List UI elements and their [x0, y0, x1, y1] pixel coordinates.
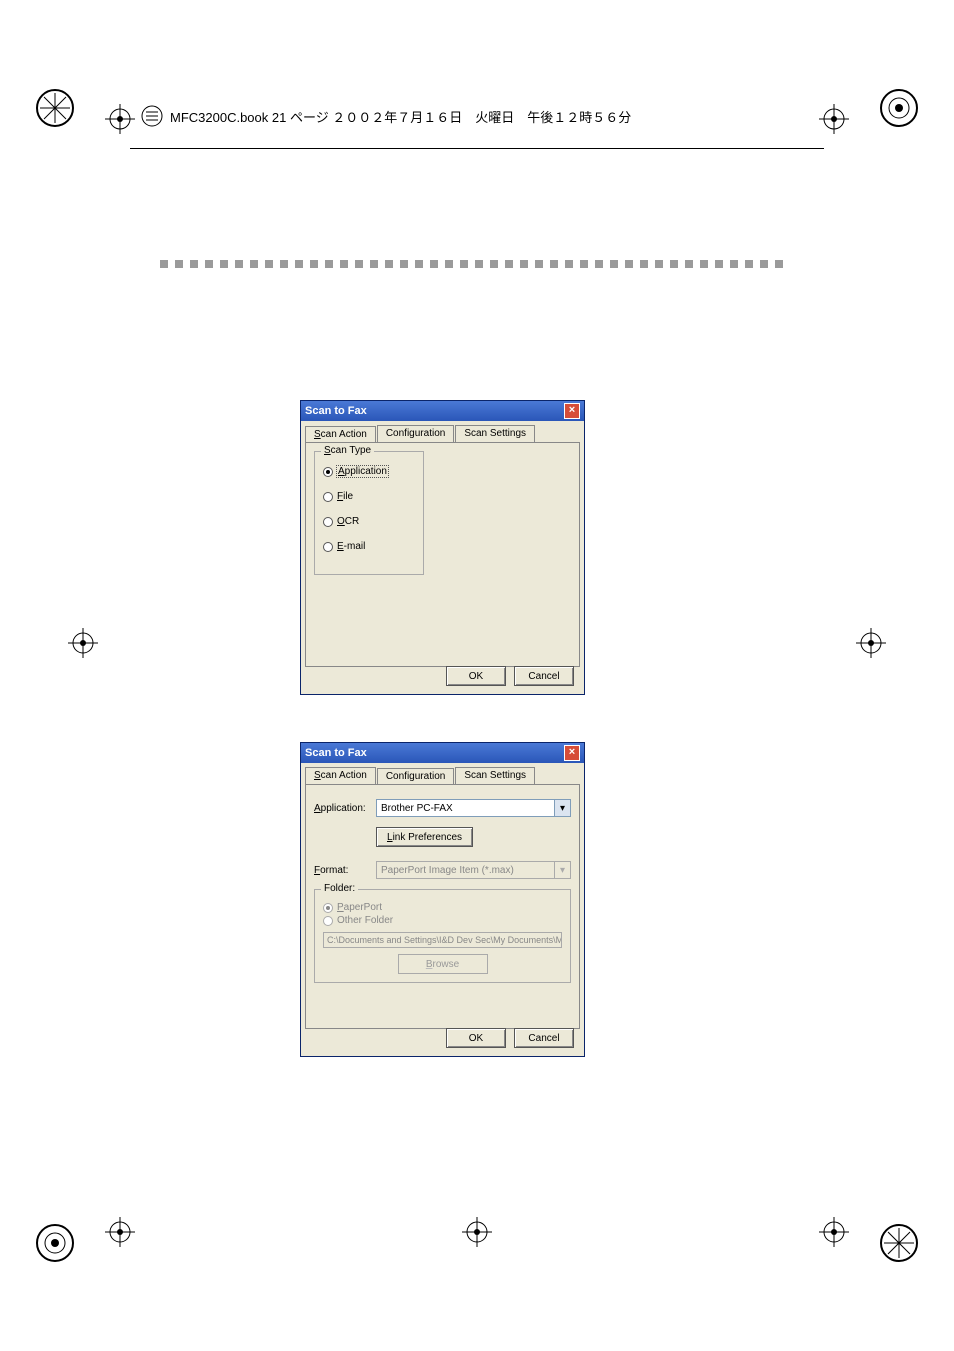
combo-value: Brother PC-FAX [381, 803, 453, 814]
browse-button: Browse [398, 954, 488, 974]
close-icon[interactable]: × [564, 403, 580, 419]
reg-target-icon [105, 104, 135, 134]
tab-scan-settings[interactable]: Scan Settings [455, 767, 535, 784]
tab-scan-action[interactable]: Scan Action [305, 426, 376, 443]
ok-button[interactable]: OK [446, 1028, 506, 1048]
scan-to-fax-dialog-1: Scan to Fax × Scan Action Configuration … [300, 400, 585, 695]
reg-target-icon [856, 628, 886, 658]
folder-group: Folder: PaperPort Other Folder C:\Docume… [314, 889, 571, 983]
reg-target-icon [105, 1217, 135, 1247]
tab-row: Scan Action Configuration Scan Settings [301, 421, 584, 442]
radio-icon [323, 542, 333, 552]
reg-target-icon [462, 1217, 492, 1247]
header-text: MFC3200C.book 21 ページ ２００２年７月１６日 火曜日 午後１２… [164, 107, 631, 126]
cancel-button[interactable]: Cancel [514, 666, 574, 686]
radio-paperport: PaperPort [323, 902, 562, 913]
dotted-separator [160, 260, 794, 268]
tab-body: Scan Type Application File OCR E-mail [305, 442, 580, 667]
header-rule [130, 148, 824, 149]
scan-to-fax-dialog-2: Scan to Fax × Scan Action Configuration … [300, 742, 585, 1057]
crop-mark-icon [35, 88, 75, 128]
link-preferences-button[interactable]: Link Preferences [376, 827, 473, 847]
radio-file[interactable]: File [323, 491, 415, 502]
titlebar: Scan to Fax × [301, 743, 584, 763]
tab-scan-settings[interactable]: Scan Settings [455, 425, 535, 442]
close-icon[interactable]: × [564, 745, 580, 761]
chevron-down-icon: ▾ [554, 800, 570, 816]
combo-value: PaperPort Image Item (*.max) [381, 865, 514, 876]
format-combo: PaperPort Image Item (*.max) ▾ [376, 861, 571, 879]
cancel-button[interactable]: Cancel [514, 1028, 574, 1048]
radio-application[interactable]: Application [323, 466, 415, 477]
ok-button[interactable]: OK [446, 666, 506, 686]
reg-target-icon [819, 104, 849, 134]
tab-configuration[interactable]: Configuration [377, 425, 454, 442]
crop-mark-icon [879, 88, 919, 128]
crop-mark-icon [879, 1223, 919, 1263]
dialog-title: Scan to Fax [305, 405, 367, 417]
radio-icon [323, 916, 333, 926]
tab-configuration[interactable]: Configuration [377, 768, 454, 785]
titlebar: Scan to Fax × [301, 401, 584, 421]
tab-scan-action[interactable]: Scan Action [305, 767, 376, 784]
tab-row: Scan Action Configuration Scan Settings [301, 763, 584, 784]
book-icon [140, 104, 164, 128]
radio-icon [323, 492, 333, 502]
group-title: Scan Type [321, 445, 374, 456]
chevron-down-icon: ▾ [554, 862, 570, 878]
format-field: Format: PaperPort Image Item (*.max) ▾ [314, 861, 571, 879]
radio-ocr[interactable]: OCR [323, 516, 415, 527]
dialog-title: Scan to Fax [305, 747, 367, 759]
page-header: MFC3200C.book 21 ページ ２００２年７月１６日 火曜日 午後１２… [140, 104, 814, 128]
application-field: Application: Brother PC-FAX ▾ [314, 799, 571, 817]
scan-type-group: Scan Type Application File OCR E-mail [314, 451, 424, 575]
radio-icon [323, 467, 333, 477]
radio-email[interactable]: E-mail [323, 541, 415, 552]
radio-other-folder: Other Folder [323, 915, 562, 926]
reg-target-icon [68, 628, 98, 658]
tab-body: Application: Brother PC-FAX ▾ Link Prefe… [305, 784, 580, 1029]
reg-target-icon [819, 1217, 849, 1247]
radio-icon [323, 903, 333, 913]
group-title: Folder: [321, 883, 358, 894]
folder-path: C:\Documents and Settings\I&D Dev Sec\My… [323, 932, 562, 948]
radio-icon [323, 517, 333, 527]
crop-mark-icon [35, 1223, 75, 1263]
application-combo[interactable]: Brother PC-FAX ▾ [376, 799, 571, 817]
